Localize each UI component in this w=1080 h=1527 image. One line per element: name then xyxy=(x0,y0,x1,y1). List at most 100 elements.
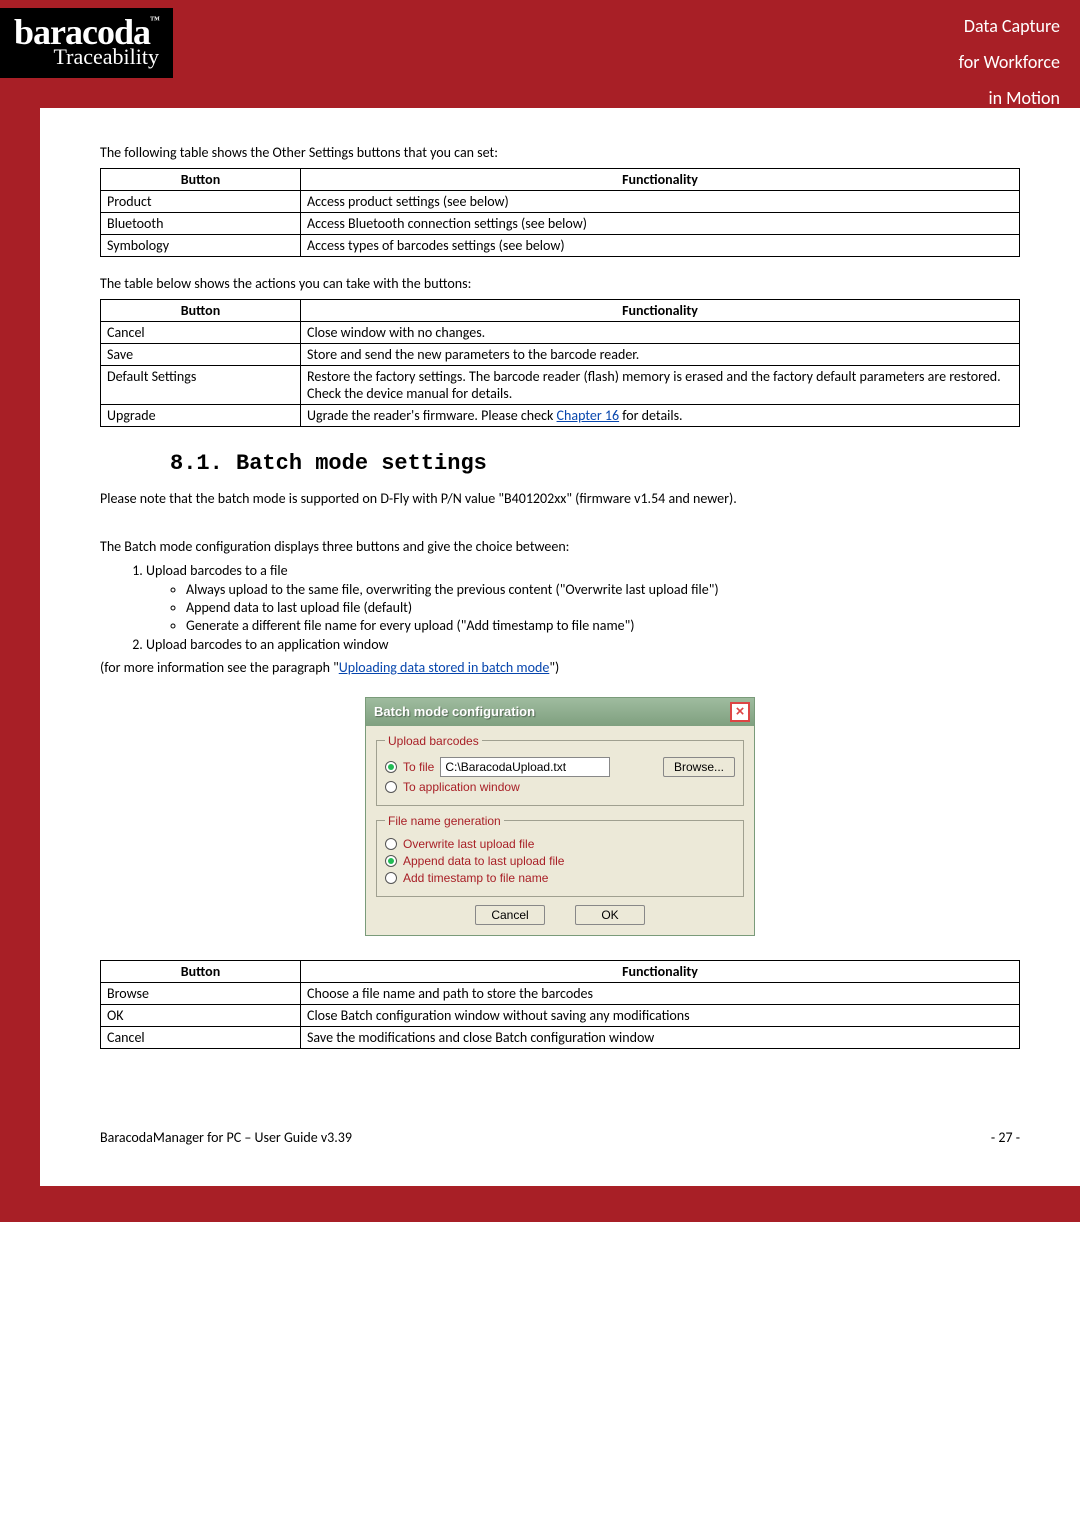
config-intro: The Batch mode configuration displays th… xyxy=(100,538,1020,556)
content: The following table shows the Other Sett… xyxy=(40,108,1080,1186)
left-stripe xyxy=(0,108,40,1186)
cell: Access types of barcodes settings (see b… xyxy=(301,235,1020,257)
cell: Ugrade the reader's firmware. Please che… xyxy=(301,405,1020,427)
list-item: Always upload to the same file, overwrit… xyxy=(186,581,1020,598)
upload-barcodes-group: Upload barcodes To file C:\BaracodaUploa… xyxy=(376,734,744,806)
radio-to-app-window[interactable] xyxy=(385,781,397,793)
table-row: Upgrade Ugrade the reader's firmware. Pl… xyxy=(101,405,1020,427)
group-legend: Upload barcodes xyxy=(385,734,482,748)
table-actions: Button Functionality Cancel Close window… xyxy=(100,299,1020,427)
cell: Browse xyxy=(101,982,301,1004)
table-header: Functionality xyxy=(301,300,1020,322)
page-footer: BaracodaManager for PC – User Guide v3.3… xyxy=(100,1129,1020,1146)
radio-label: Overwrite last upload file xyxy=(403,837,534,851)
radio-label: To file xyxy=(403,760,434,774)
dialog-body: Upload barcodes To file C:\BaracodaUploa… xyxy=(366,726,754,935)
table-header: Functionality xyxy=(301,169,1020,191)
cell: Store and send the new parameters to the… xyxy=(301,344,1020,366)
radio-label: Add timestamp to file name xyxy=(403,871,548,885)
logo-tm: ™ xyxy=(150,15,159,26)
radio-label: Append data to last upload file xyxy=(403,854,564,868)
table-row: Browse Choose a file name and path to st… xyxy=(101,982,1020,1004)
cell: Choose a file name and path to store the… xyxy=(301,982,1020,1004)
cell: Save the modifications and close Batch c… xyxy=(301,1026,1020,1048)
table-other-settings: Button Functionality Product Access prod… xyxy=(100,168,1020,257)
cell: Access product settings (see below) xyxy=(301,191,1020,213)
ok-button[interactable]: OK xyxy=(575,905,645,925)
table-header: Button xyxy=(101,300,301,322)
table-header: Functionality xyxy=(301,960,1020,982)
radio-row-append: Append data to last upload file xyxy=(385,854,735,868)
uploading-data-link[interactable]: Uploading data stored in batch mode xyxy=(339,659,550,676)
cell: OK xyxy=(101,1004,301,1026)
footer-right: - 27 - xyxy=(991,1129,1020,1146)
cell: Symbology xyxy=(101,235,301,257)
tagline: Data Capture for Workforce in Motion xyxy=(959,6,1060,116)
text: for details. xyxy=(619,407,682,424)
cell: Close window with no changes. xyxy=(301,322,1020,344)
batch-mode-dialog: Batch mode configuration × Upload barcod… xyxy=(365,697,755,936)
table-row: Symbology Access types of barcodes setti… xyxy=(101,235,1020,257)
cell: Cancel xyxy=(101,1026,301,1048)
text: Ugrade the reader's firmware. Please che… xyxy=(307,407,557,424)
sub-list: Always upload to the same file, overwrit… xyxy=(186,581,1020,634)
tagline-line2: for Workforce xyxy=(959,44,1060,80)
list-item: Upload barcodes to a file Always upload … xyxy=(146,562,1020,634)
list-item: Upload barcodes to an application window xyxy=(146,636,1020,653)
radio-timestamp[interactable] xyxy=(385,872,397,884)
options-list: Upload barcodes to a file Always upload … xyxy=(146,562,1020,653)
logo-line1: baracoda™ xyxy=(14,14,159,50)
cell: Bluetooth xyxy=(101,213,301,235)
note-paragraph: Please note that the batch mode is suppo… xyxy=(100,490,1020,508)
close-icon[interactable]: × xyxy=(730,702,750,722)
cancel-button[interactable]: Cancel xyxy=(475,905,545,925)
list-item: Append data to last upload file (default… xyxy=(186,599,1020,616)
intro-text-1: The following table shows the Other Sett… xyxy=(100,144,1020,162)
dialog-title: Batch mode configuration xyxy=(374,704,535,719)
file-name-generation-group: File name generation Overwrite last uplo… xyxy=(376,814,744,897)
table-row: Product Access product settings (see bel… xyxy=(101,191,1020,213)
table-header: Button xyxy=(101,169,301,191)
table-batch-buttons: Button Functionality Browse Choose a fil… xyxy=(100,960,1020,1049)
radio-row-overwrite: Overwrite last upload file xyxy=(385,837,735,851)
cell: Save xyxy=(101,344,301,366)
table-row: OK Close Batch configuration window with… xyxy=(101,1004,1020,1026)
radio-row-timestamp: Add timestamp to file name xyxy=(385,871,735,885)
cell: Access Bluetooth connection settings (se… xyxy=(301,213,1020,235)
chapter-16-link[interactable]: Chapter 16 xyxy=(557,407,620,424)
list-item: Generate a different file name for every… xyxy=(186,617,1020,634)
dialog-button-row: Cancel OK xyxy=(376,905,744,925)
logo: baracoda™ Traceability xyxy=(0,8,173,78)
page-body: The following table shows the Other Sett… xyxy=(0,108,1080,1186)
footer-left: BaracodaManager for PC – User Guide v3.3… xyxy=(100,1129,352,1146)
section-heading: 8.1. Batch mode settings xyxy=(170,451,1020,476)
radio-append[interactable] xyxy=(385,855,397,867)
intro-text-2: The table below shows the actions you ca… xyxy=(100,275,1020,293)
cell: Product xyxy=(101,191,301,213)
cell: Close Batch configuration window without… xyxy=(301,1004,1020,1026)
radio-row-tofile: To file C:\BaracodaUpload.txt Browse... xyxy=(385,757,735,777)
cell: Upgrade xyxy=(101,405,301,427)
dialog-container: Batch mode configuration × Upload barcod… xyxy=(100,697,1020,936)
table-header: Button xyxy=(101,960,301,982)
radio-overwrite[interactable] xyxy=(385,838,397,850)
cell: Default Settings xyxy=(101,366,301,405)
text: (for more information see the paragraph … xyxy=(100,659,339,676)
table-row: Save Store and send the new parameters t… xyxy=(101,344,1020,366)
cell: Cancel xyxy=(101,322,301,344)
text: ") xyxy=(549,659,559,676)
page-header: baracoda™ Traceability Data Capture for … xyxy=(0,0,1080,108)
file-path-field[interactable]: C:\BaracodaUpload.txt xyxy=(440,757,610,777)
bottom-bar xyxy=(0,1186,1080,1222)
list-text: Upload barcodes to a file xyxy=(146,562,288,579)
radio-to-file[interactable] xyxy=(385,761,397,773)
radio-label: To application window xyxy=(403,780,520,794)
more-info: (for more information see the paragraph … xyxy=(100,659,1020,677)
browse-button[interactable]: Browse... xyxy=(663,757,735,777)
cell: Restore the factory settings. The barcod… xyxy=(301,366,1020,405)
group-legend: File name generation xyxy=(385,814,504,828)
logo-text: baracoda xyxy=(14,12,150,52)
table-row: Bluetooth Access Bluetooth connection se… xyxy=(101,213,1020,235)
radio-row-toapp: To application window xyxy=(385,780,735,794)
tagline-line1: Data Capture xyxy=(959,8,1060,44)
